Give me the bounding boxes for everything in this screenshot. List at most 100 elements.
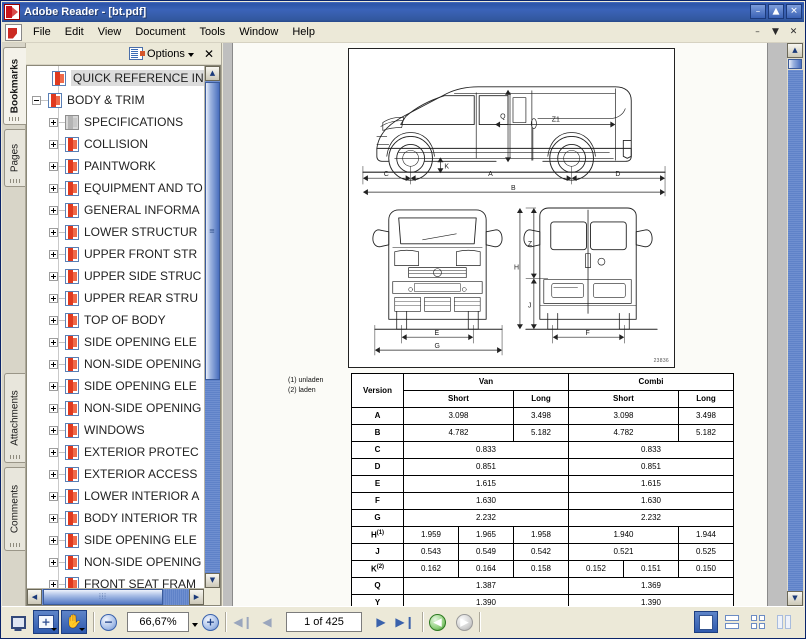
- scroll-thumb[interactable]: ≡: [205, 82, 220, 380]
- scroll-thumb[interactable]: ⦙⦙⦙: [43, 589, 163, 605]
- list-item[interactable]: LOWER INTERIOR A: [27, 485, 204, 507]
- zoom-dropdown-button[interactable]: [191, 612, 200, 632]
- bookmarks-vertical-scrollbar[interactable]: ▲ ≡ ▼: [204, 66, 220, 588]
- list-item[interactable]: GENERAL INFORMA: [27, 199, 204, 221]
- mdi-minimize-button[interactable]: –: [750, 25, 765, 39]
- menu-item-help[interactable]: Help: [285, 23, 322, 41]
- expand-toggle[interactable]: [49, 337, 58, 347]
- scroll-down-button[interactable]: ▼: [205, 573, 220, 588]
- list-item[interactable]: WINDOWS: [27, 419, 204, 441]
- expand-toggle[interactable]: [49, 403, 58, 413]
- bookmarks-horizontal-scrollbar[interactable]: ◀ ⦙⦙⦙ ▶: [27, 588, 204, 605]
- list-item[interactable]: EXTERIOR PROTEC: [27, 441, 204, 463]
- mdi-close-button[interactable]: ✕: [786, 25, 801, 39]
- collapse-toggle[interactable]: [32, 95, 41, 105]
- list-item[interactable]: UPPER FRONT STR: [27, 243, 204, 265]
- menu-item-file[interactable]: File: [26, 23, 58, 41]
- zoom-out-button[interactable]: −: [100, 613, 117, 631]
- minimize-button[interactable]: –: [750, 4, 766, 19]
- layout-continuous-button[interactable]: [720, 611, 744, 633]
- next-page-button[interactable]: ▶: [370, 612, 392, 632]
- list-item[interactable]: UPPER SIDE STRUC: [27, 265, 204, 287]
- scroll-right-button[interactable]: ▶: [189, 589, 204, 605]
- list-item[interactable]: SIDE OPENING ELE: [27, 331, 204, 353]
- sidebar-item-pages[interactable]: Pages: [4, 129, 25, 187]
- list-item[interactable]: SIDE OPENING ELE: [27, 375, 204, 397]
- options-button[interactable]: Options: [147, 48, 185, 60]
- layout-facing-button[interactable]: [746, 611, 770, 633]
- menu-item-tools[interactable]: Tools: [193, 23, 233, 41]
- list-item[interactable]: UPPER REAR STRU: [27, 287, 204, 309]
- bookmark-options-icon[interactable]: [129, 47, 146, 60]
- expand-toggle[interactable]: [49, 117, 58, 127]
- chevron-down-icon[interactable]: [51, 628, 57, 631]
- list-item[interactable]: SIDE OPENING ELE: [27, 529, 204, 551]
- sidebar-item-comments[interactable]: Comments: [4, 467, 25, 551]
- doc-scroll-track[interactable]: [788, 70, 803, 591]
- scroll-left-button[interactable]: ◀: [27, 589, 42, 605]
- list-item[interactable]: COLLISION: [27, 133, 204, 155]
- scroll-up-button[interactable]: ▲: [205, 66, 220, 81]
- expand-toggle[interactable]: [49, 513, 58, 523]
- expand-toggle[interactable]: [49, 227, 58, 237]
- expand-toggle[interactable]: [49, 293, 58, 303]
- list-item[interactable]: NON-SIDE OPENING: [27, 397, 204, 419]
- expand-toggle[interactable]: [49, 535, 58, 545]
- expand-toggle[interactable]: [49, 557, 58, 567]
- list-item[interactable]: TOP OF BODY: [27, 309, 204, 331]
- list-item[interactable]: LOWER STRUCTUR: [27, 221, 204, 243]
- select-tool-button[interactable]: [33, 610, 59, 634]
- doc-scroll-up-button[interactable]: ▲: [787, 43, 803, 58]
- go-forward-button[interactable]: ▶: [456, 613, 473, 631]
- expand-toggle[interactable]: [49, 469, 58, 479]
- layout-continuous-facing-button[interactable]: [772, 611, 796, 633]
- list-item[interactable]: BODY INTERIOR TR: [27, 507, 204, 529]
- chevron-down-icon[interactable]: [187, 52, 194, 57]
- expand-toggle[interactable]: [49, 271, 58, 281]
- expand-toggle[interactable]: [49, 249, 58, 259]
- sidebar-item-attachments[interactable]: Attachments: [4, 373, 25, 463]
- hand-tool-button[interactable]: [61, 610, 87, 634]
- expand-toggle[interactable]: [49, 381, 58, 391]
- document-view[interactable]: Q Z1 K C A D B E G H Z J F 23836 (1) unl…: [223, 43, 804, 606]
- expand-toggle[interactable]: [49, 139, 58, 149]
- expand-toggle[interactable]: [49, 447, 58, 457]
- list-item[interactable]: PAINTWORK: [27, 155, 204, 177]
- document-vertical-scrollbar[interactable]: ▲ ▼: [787, 43, 804, 606]
- expand-toggle[interactable]: [49, 183, 58, 193]
- menu-item-document[interactable]: Document: [128, 23, 192, 41]
- page-number-input[interactable]: 1 of 425: [286, 612, 362, 632]
- expand-toggle[interactable]: [49, 205, 58, 215]
- expand-toggle[interactable]: [49, 579, 58, 588]
- zoom-in-button[interactable]: +: [202, 613, 219, 631]
- doc-scroll-thumb[interactable]: [788, 59, 802, 69]
- menu-item-view[interactable]: View: [91, 23, 129, 41]
- list-item[interactable]: NON-SIDE OPENING: [27, 551, 204, 573]
- first-page-button[interactable]: ◀❙: [232, 612, 254, 632]
- expand-toggle[interactable]: [49, 491, 58, 501]
- list-item[interactable]: EXTERIOR ACCESS: [27, 463, 204, 485]
- chevron-down-icon[interactable]: [79, 628, 85, 631]
- list-item[interactable]: SPECIFICATIONS: [27, 111, 204, 133]
- layout-single-page-button[interactable]: [694, 611, 718, 633]
- monitor-view-button[interactable]: [5, 610, 31, 634]
- close-panel-button[interactable]: ✕: [198, 48, 218, 60]
- go-back-button[interactable]: ◀: [429, 613, 446, 631]
- list-item[interactable]: FRONT SEAT FRAM: [27, 573, 204, 588]
- sidebar-item-bookmarks[interactable]: Bookmarks: [3, 47, 26, 125]
- expand-toggle[interactable]: [49, 359, 58, 369]
- zoom-input[interactable]: 66,67%: [127, 612, 189, 632]
- list-item[interactable]: QUICK REFERENCE IN: [27, 67, 204, 89]
- previous-page-button[interactable]: ◀: [256, 612, 278, 632]
- list-item[interactable]: BODY & TRIM: [27, 89, 204, 111]
- list-item[interactable]: NON-SIDE OPENING: [27, 353, 204, 375]
- mdi-restore-button[interactable]: ▼: [768, 25, 783, 39]
- expand-toggle[interactable]: [49, 315, 58, 325]
- last-page-button[interactable]: ▶❙: [394, 612, 416, 632]
- menu-item-window[interactable]: Window: [232, 23, 285, 41]
- expand-toggle[interactable]: [49, 425, 58, 435]
- doc-scroll-down-button[interactable]: ▼: [787, 591, 803, 606]
- maximize-button[interactable]: ▲: [768, 4, 784, 19]
- expand-toggle[interactable]: [49, 161, 58, 171]
- close-button[interactable]: ✕: [786, 4, 802, 19]
